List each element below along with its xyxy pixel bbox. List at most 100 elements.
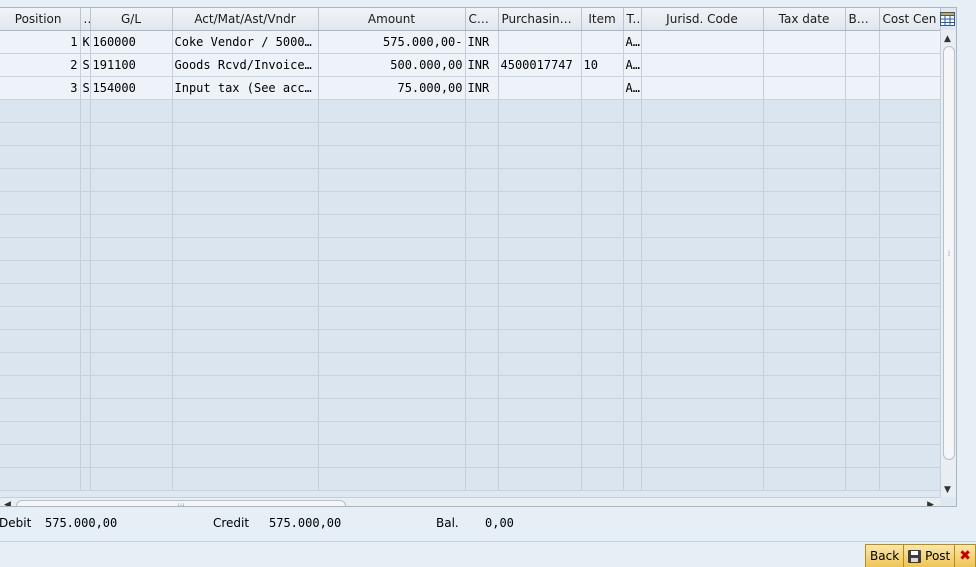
empty-cell[interactable] (465, 260, 499, 284)
cell-business[interactable] (845, 30, 880, 54)
empty-cell[interactable] (581, 214, 624, 238)
empty-cell[interactable] (498, 145, 582, 169)
empty-cell[interactable] (498, 283, 582, 307)
empty-cell[interactable] (0, 398, 81, 422)
empty-cell[interactable] (581, 352, 624, 376)
empty-cell[interactable] (318, 145, 466, 169)
empty-cell[interactable] (623, 260, 642, 284)
empty-cell[interactable] (465, 398, 499, 422)
empty-cell[interactable] (623, 283, 642, 307)
empty-cell[interactable] (80, 467, 91, 491)
empty-cell[interactable] (581, 168, 624, 192)
empty-cell[interactable] (879, 122, 941, 146)
empty-cell[interactable] (318, 168, 466, 192)
empty-cell[interactable] (465, 191, 499, 215)
empty-table-row[interactable] (0, 168, 941, 192)
empty-cell[interactable] (623, 237, 642, 261)
empty-cell[interactable] (498, 375, 582, 399)
empty-cell[interactable] (763, 237, 846, 261)
empty-cell[interactable] (623, 306, 642, 330)
empty-cell[interactable] (172, 122, 319, 146)
empty-cell[interactable] (172, 421, 319, 445)
empty-cell[interactable] (465, 237, 499, 261)
empty-cell[interactable] (879, 283, 941, 307)
empty-cell[interactable] (90, 283, 173, 307)
cell-jurisdiction[interactable] (641, 53, 764, 77)
empty-cell[interactable] (641, 237, 764, 261)
empty-cell[interactable] (80, 122, 91, 146)
empty-cell[interactable] (763, 352, 846, 376)
empty-cell[interactable] (90, 421, 173, 445)
empty-cell[interactable] (318, 375, 466, 399)
empty-cell[interactable] (763, 306, 846, 330)
empty-cell[interactable] (0, 306, 81, 330)
empty-cell[interactable] (90, 99, 173, 123)
empty-cell[interactable] (80, 237, 91, 261)
empty-cell[interactable] (90, 191, 173, 215)
empty-cell[interactable] (172, 306, 319, 330)
scroll-up-icon[interactable]: ▲ (944, 34, 951, 44)
empty-cell[interactable] (318, 99, 466, 123)
empty-cell[interactable] (623, 145, 642, 169)
empty-cell[interactable] (172, 260, 319, 284)
empty-cell[interactable] (0, 444, 81, 468)
empty-cell[interactable] (879, 260, 941, 284)
empty-cell[interactable] (172, 168, 319, 192)
empty-cell[interactable] (90, 260, 173, 284)
cell-item[interactable] (581, 30, 624, 54)
empty-cell[interactable] (763, 122, 846, 146)
cell-amount[interactable]: 500.000,00 (318, 53, 466, 77)
cell-business[interactable] (845, 53, 880, 77)
empty-cell[interactable] (581, 99, 624, 123)
empty-cell[interactable] (465, 444, 499, 468)
empty-table-row[interactable] (0, 191, 941, 215)
post-button[interactable]: Post (903, 544, 956, 567)
empty-table-row[interactable] (0, 237, 941, 261)
empty-cell[interactable] (465, 168, 499, 192)
empty-cell[interactable] (581, 329, 624, 353)
empty-cell[interactable] (80, 260, 91, 284)
empty-cell[interactable] (80, 99, 91, 123)
empty-cell[interactable] (172, 467, 319, 491)
empty-cell[interactable] (845, 398, 880, 422)
empty-cell[interactable] (498, 329, 582, 353)
empty-cell[interactable] (0, 122, 81, 146)
col-header-currency[interactable]: Curr. (465, 8, 499, 31)
empty-cell[interactable] (581, 375, 624, 399)
empty-cell[interactable] (90, 168, 173, 192)
empty-cell[interactable] (318, 398, 466, 422)
cell-tax-code[interactable]: A1 (623, 53, 642, 77)
empty-cell[interactable] (763, 375, 846, 399)
empty-cell[interactable] (763, 99, 846, 123)
empty-cell[interactable] (623, 421, 642, 445)
empty-cell[interactable] (465, 214, 499, 238)
empty-cell[interactable] (763, 398, 846, 422)
cell-tax-code[interactable]: A1 (623, 76, 642, 100)
empty-cell[interactable] (498, 398, 582, 422)
empty-cell[interactable] (581, 191, 624, 215)
scroll-left-icon[interactable]: ◀ (4, 500, 11, 506)
cell-cost-center[interactable] (879, 53, 941, 77)
empty-cell[interactable] (623, 329, 642, 353)
empty-cell[interactable] (0, 421, 81, 445)
empty-cell[interactable] (623, 191, 642, 215)
col-header-cost-center[interactable]: Cost Cen (879, 8, 941, 31)
empty-cell[interactable] (465, 99, 499, 123)
empty-cell[interactable] (465, 352, 499, 376)
cell-item[interactable] (581, 76, 624, 100)
col-header-tax-date[interactable]: Tax date (763, 8, 846, 31)
back-button[interactable]: Back (865, 544, 905, 567)
empty-cell[interactable] (90, 398, 173, 422)
empty-cell[interactable] (763, 260, 846, 284)
empty-cell[interactable] (498, 260, 582, 284)
empty-cell[interactable] (879, 237, 941, 261)
cell-purchasing[interactable] (498, 76, 582, 100)
empty-cell[interactable] (879, 398, 941, 422)
empty-table-row[interactable] (0, 145, 941, 169)
empty-cell[interactable] (465, 145, 499, 169)
empty-cell[interactable] (172, 145, 319, 169)
empty-cell[interactable] (845, 99, 880, 123)
empty-cell[interactable] (90, 375, 173, 399)
empty-cell[interactable] (641, 444, 764, 468)
empty-table-row[interactable] (0, 99, 941, 123)
